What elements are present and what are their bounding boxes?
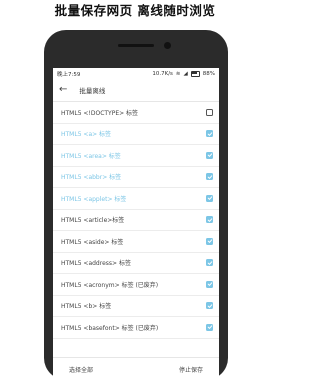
tag-list: HTML5 <!DOCTYPE> 标签 HTML5 <a> 标签 HTML5 <ar… <box>53 102 219 339</box>
list-item-label: HTML5 <aside> 标签 <box>61 238 124 246</box>
checkbox-checked[interactable] <box>206 194 213 202</box>
app-bar: ← 批量离线 <box>53 79 219 102</box>
promo-title: 批量保存网页 离线随时浏览 <box>54 3 216 18</box>
list-item-label: HTML5 <a> 标签 <box>61 131 112 139</box>
list-item-label: HTML5 <basefont> 标签 (已废弃) <box>61 324 159 332</box>
status-time: 晚上7:59 <box>57 71 81 78</box>
list-item[interactable]: HTML5 <abbr> 标签 <box>53 167 219 188</box>
phone-screen: 晚上7:59 10.7K/s ≋ ◢ 88% ← 批量离线 HTML5 <!DO… <box>53 68 219 380</box>
check-icon <box>207 282 212 287</box>
list-item[interactable]: HTML5 <acronym> 标签 (已废弃) <box>53 274 219 296</box>
list-item-label: HTML5 <area> 标签 <box>61 152 121 160</box>
check-icon <box>207 239 212 244</box>
signal-icon: ◢ <box>183 70 188 77</box>
list-item-label: HTML5 <b> 标签 <box>61 303 112 311</box>
status-bar: 晚上7:59 10.7K/s ≋ ◢ 88% <box>53 68 219 79</box>
wifi-icon: ≋ <box>175 70 181 77</box>
list-item-label: HTML5 <acronym> 标签 (已废弃) <box>61 281 159 289</box>
checkbox-checked[interactable] <box>206 259 213 267</box>
phone-camera <box>164 42 171 49</box>
status-indicators: 10.7K/s ≋ ◢ 88% <box>152 70 215 77</box>
check-icon <box>207 132 212 136</box>
list-item[interactable]: HTML5 <basefont> 标签 (已废弃) <box>53 317 219 339</box>
checkbox-checked[interactable] <box>206 216 213 224</box>
check-icon <box>207 261 212 265</box>
list-item-label: HTML5 <article>标签 <box>61 217 125 225</box>
checkbox-checked[interactable] <box>206 237 213 245</box>
page-title: 批量离线 <box>79 87 106 95</box>
check-icon <box>207 218 212 222</box>
checkbox-checked[interactable] <box>206 151 213 159</box>
list-item[interactable]: HTML5 <!DOCTYPE> 标签 <box>53 102 219 124</box>
checkbox-unchecked[interactable] <box>206 108 213 116</box>
check-icon <box>207 304 212 308</box>
checkbox-checked[interactable] <box>206 302 213 310</box>
list-item[interactable]: HTML5 <address> 标签 <box>53 253 219 274</box>
checkbox-checked[interactable] <box>206 130 213 138</box>
list-item[interactable]: HTML5 <b> 标签 <box>53 296 219 317</box>
check-icon <box>207 175 212 179</box>
check-icon <box>207 196 212 201</box>
back-arrow-icon[interactable]: ← <box>59 85 67 95</box>
list-item[interactable]: HTML5 <aside> 标签 <box>53 231 219 253</box>
list-item-label: HTML5 <!DOCTYPE> 标签 <box>61 109 139 117</box>
phone-frame: 晚上7:59 10.7K/s ≋ ◢ 88% ← 批量离线 HTML5 <!DO… <box>44 30 228 380</box>
select-all-button[interactable]: 选择全部 <box>53 365 109 374</box>
status-speed: 10.7K/s <box>152 70 173 77</box>
list-item-label: HTML5 <applet> 标签 <box>61 195 127 203</box>
list-item-label: HTML5 <address> 标签 <box>61 260 131 268</box>
list-item[interactable]: HTML5 <applet> 标签 <box>53 188 219 210</box>
list-item[interactable]: HTML5 <area> 标签 <box>53 145 219 167</box>
battery-icon <box>190 70 200 77</box>
list-item-label: HTML5 <abbr> 标签 <box>61 174 122 182</box>
phone-speaker <box>118 44 154 47</box>
status-battery: 88% <box>202 70 215 77</box>
stop-save-button[interactable]: 停止保存 <box>163 365 219 374</box>
bottom-action-bar: 选择全部 停止保存 <box>53 357 219 380</box>
check-icon <box>207 325 212 330</box>
check-icon <box>207 153 212 158</box>
list-item[interactable]: HTML5 <a> 标签 <box>53 124 219 145</box>
list-item[interactable]: HTML5 <article>标签 <box>53 210 219 231</box>
checkbox-checked[interactable] <box>206 323 213 331</box>
checkbox-checked[interactable] <box>206 280 213 288</box>
checkbox-checked[interactable] <box>206 173 213 181</box>
